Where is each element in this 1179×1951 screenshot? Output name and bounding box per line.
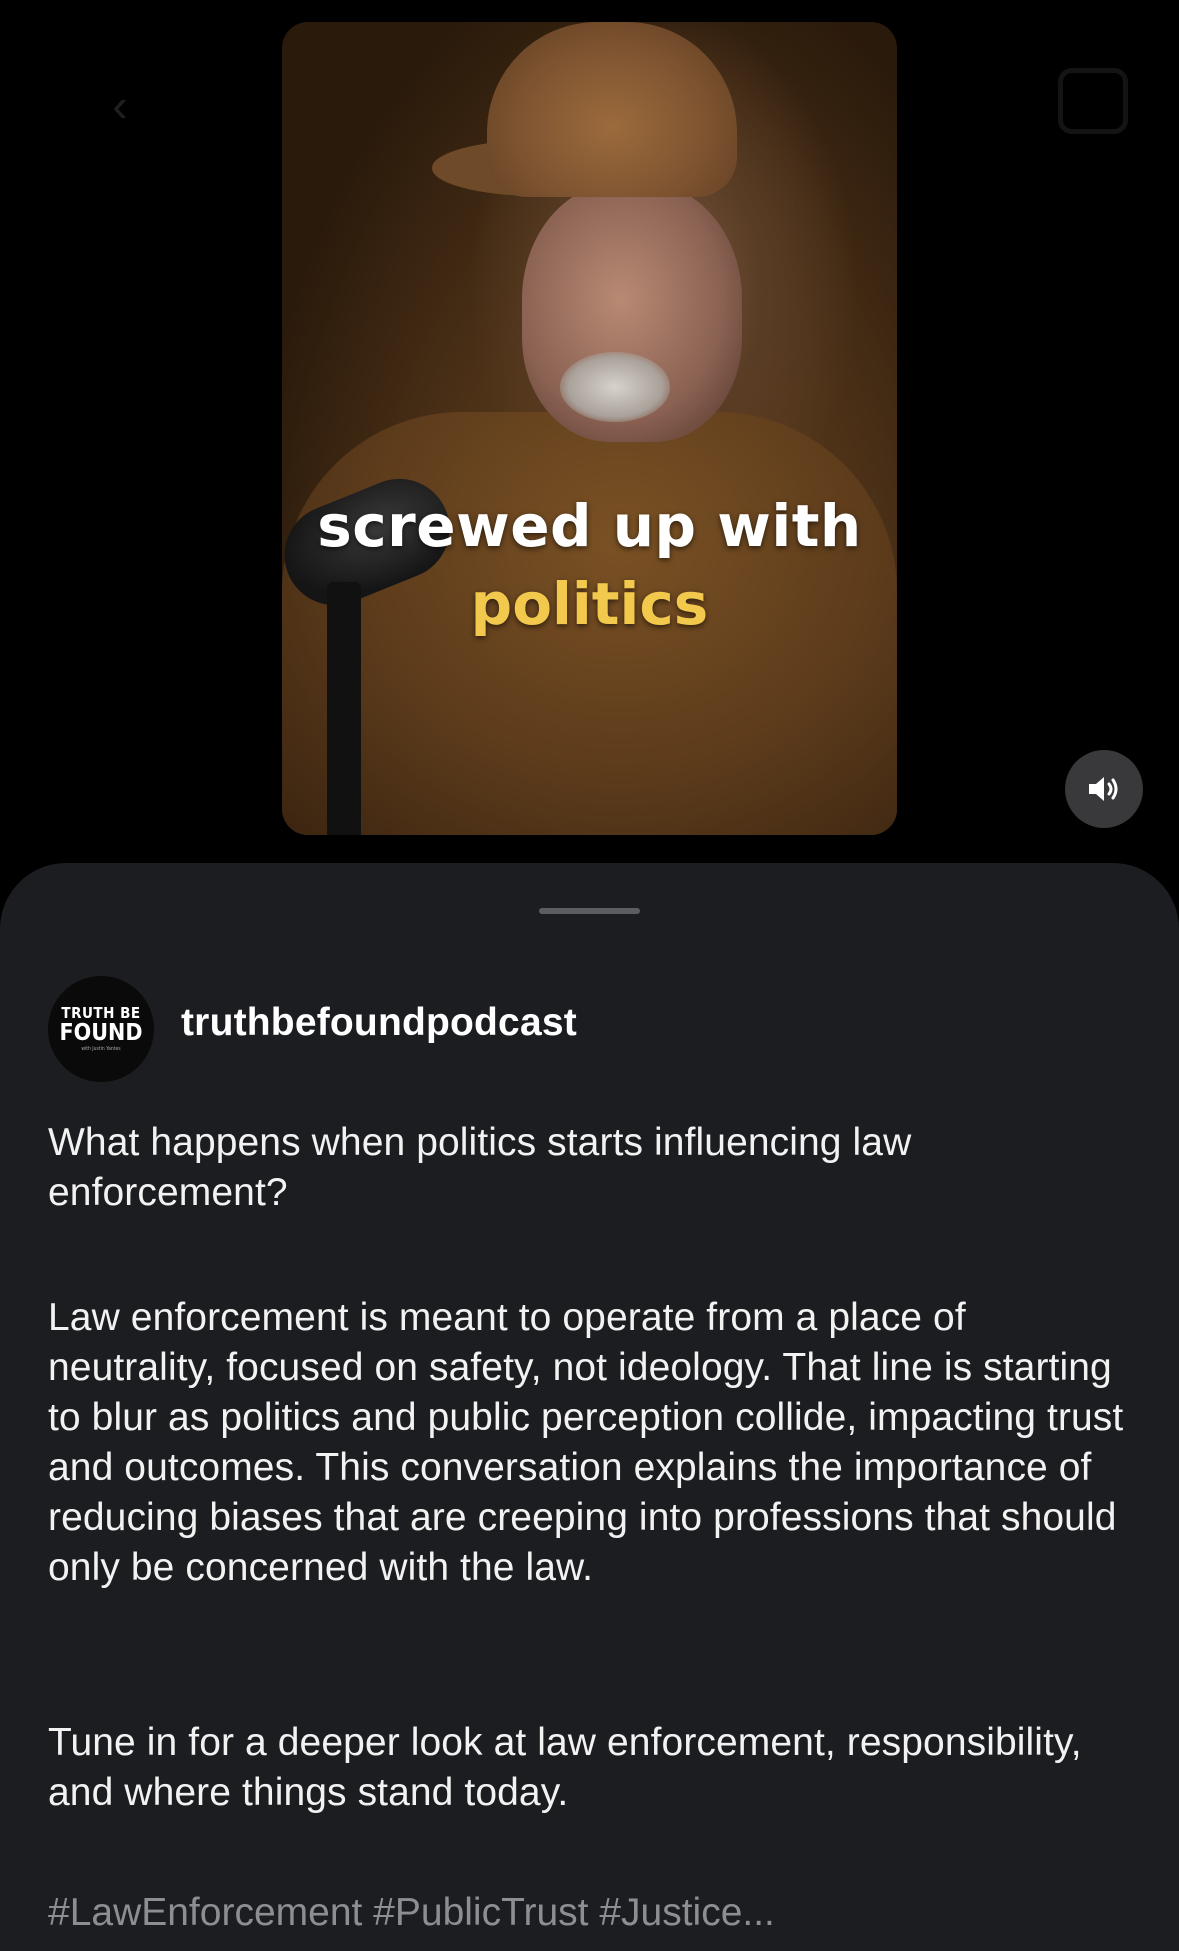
chevron-left-icon: ‹ <box>112 79 128 131</box>
avatar[interactable]: TRUTH BE FOUND with Justin Yantes <box>48 976 154 1082</box>
video-player[interactable]: screwed up with politics <box>282 22 897 835</box>
back-button[interactable]: ‹ <box>85 70 155 140</box>
speaker-icon <box>1089 777 1118 801</box>
video-caption-line2: politics <box>470 570 709 638</box>
caption-paragraph-1: What happens when politics starts influe… <box>48 1121 912 1214</box>
video-area[interactable]: ‹ screwed up with politics <box>0 0 1179 870</box>
sheet-drag-handle[interactable] <box>539 908 640 914</box>
caption-paragraph-3: Tune in for a deeper look at law enforce… <box>48 1721 1082 1814</box>
caption-paragraph-2: Law enforcement is meant to operate from… <box>48 1296 1124 1589</box>
avatar-text-line1: TRUTH BE <box>61 1003 141 1022</box>
hashtags[interactable]: #LawEnforcement #PublicTrust #Justice... <box>48 1888 775 1938</box>
video-caption-line1: screwed up with <box>317 492 862 560</box>
avatar-text-line2: FOUND <box>59 1019 143 1046</box>
avatar-text-line3: with Justin Yantes <box>81 1045 121 1052</box>
camera-button[interactable] <box>1058 68 1128 134</box>
video-still-cap <box>487 22 737 197</box>
mute-button[interactable] <box>1065 750 1143 828</box>
video-still-beard <box>560 352 670 422</box>
caption-sheet[interactable]: TRUTH BE FOUND with Justin Yantes truthb… <box>0 863 1179 1951</box>
username-link[interactable]: truthbefoundpodcast <box>181 1001 577 1045</box>
